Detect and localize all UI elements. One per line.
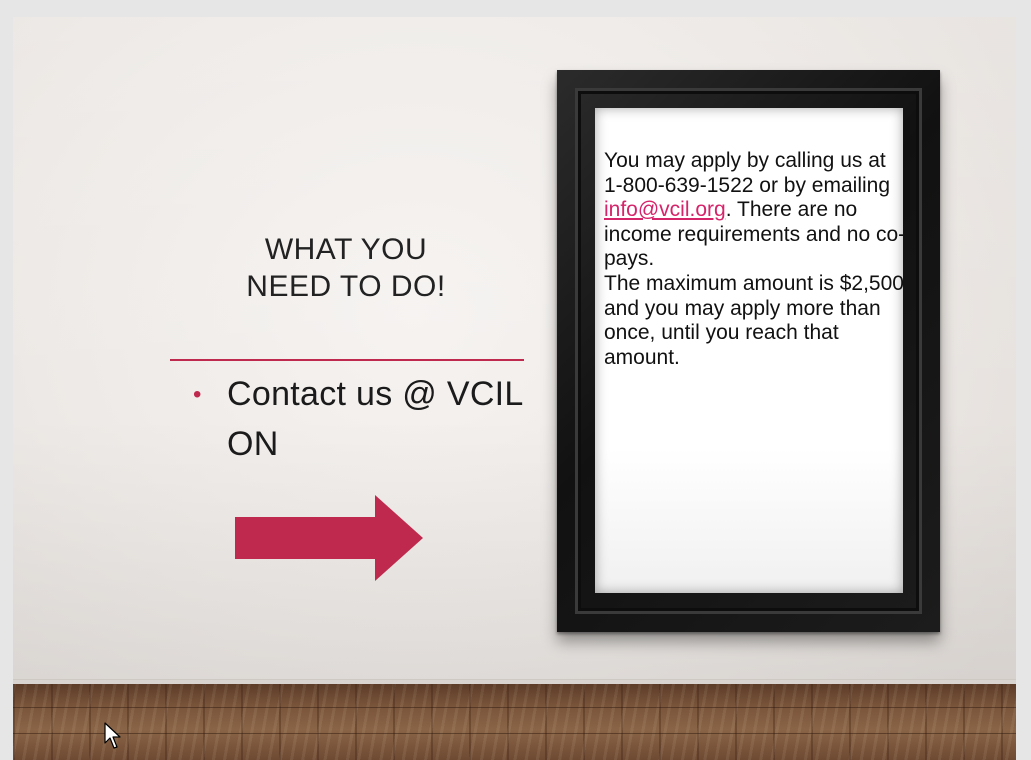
presentation-viewer: WHAT YOU NEED TO DO! • Contact us @ VCIL… — [0, 0, 1031, 760]
frame-mat: You may apply by calling us at 1-800-639… — [595, 108, 903, 593]
bullet-text: Contact us @ VCIL ON — [227, 375, 523, 463]
slide-title: WHAT YOU NEED TO DO! — [246, 233, 446, 303]
frame-body-text: You may apply by calling us at 1-800-639… — [604, 149, 903, 370]
right-arrow-icon — [235, 495, 423, 581]
floor-board-seam — [13, 733, 1016, 734]
email-link[interactable]: info@vcil.org — [604, 198, 726, 221]
frame-text-part3: The maximum amount is $2,500 and you may… — [604, 271, 903, 369]
frame-text-part1: You may apply by calling us at 1-800-639… — [604, 149, 891, 197]
slide: WHAT YOU NEED TO DO! • Contact us @ VCIL… — [13, 17, 1016, 760]
floor-board-seam — [13, 707, 1016, 708]
bullet-marker-icon: • — [193, 381, 202, 408]
wood-floor-grain — [13, 684, 1016, 760]
title-divider — [170, 359, 524, 361]
mouse-pointer-icon — [104, 722, 121, 749]
picture-frame: You may apply by calling us at 1-800-639… — [557, 70, 940, 632]
